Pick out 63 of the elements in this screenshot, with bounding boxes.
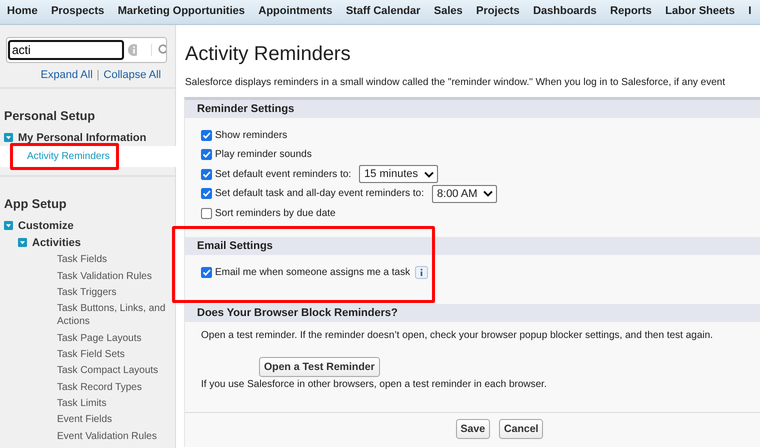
checkbox[interactable] (201, 266, 212, 278)
collapse-icon[interactable] (4, 221, 13, 230)
info-icon[interactable] (415, 266, 428, 278)
tree-item[interactable]: Event Fields (28, 411, 175, 428)
tree-item[interactable]: Task Page Layouts (28, 330, 175, 346)
tree-item[interactable]: Task Buttons, Links, and Actions (28, 300, 175, 330)
tree-item[interactable]: My Personal Information (18, 132, 146, 144)
checkbox-label: Sort reminders by due date (215, 208, 336, 218)
link-separator: | (96, 69, 100, 81)
intro-text: Salesforce displays reminders in a small window called the "reminder window." When you log in to Salesforce, if any event (185, 77, 726, 88)
checkbox[interactable] (201, 188, 212, 199)
page-title: Activity Reminders (185, 43, 352, 66)
note-text: If you use Salesforce in other browsers, open a test reminder in each browser. (201, 379, 548, 390)
dropdown[interactable]: 15 minutes (359, 165, 438, 183)
checkbox-label: Set default task and all-day event reminders to: (215, 188, 424, 199)
expand-link[interactable]: Collapse All (104, 69, 161, 81)
caret-icon (483, 189, 494, 198)
nav-tab[interactable]: Sales (426, 0, 470, 24)
section-heading: Personal Setup (4, 109, 96, 123)
checkbox[interactable] (201, 208, 212, 218)
instruction-text: Open a test reminder. If the reminder doesn’t open, check your browser popup blocker settings, and then test again. (201, 330, 714, 341)
search-box[interactable]: acti (6, 37, 167, 63)
checkbox-label: Play reminder sounds (215, 149, 312, 160)
nav-tab[interactable]: Home (0, 0, 44, 24)
dropdown[interactable]: 8:00 AM (432, 184, 498, 202)
caret-icon (424, 170, 434, 178)
nav-tab[interactable]: Dashboards (526, 0, 604, 24)
nav-tab[interactable]: Staff Calendar (338, 0, 427, 24)
tree-item[interactable]: Task Validation Rules (28, 268, 175, 284)
tree-item[interactable]: Task Limits (28, 394, 175, 412)
checkbox[interactable] (201, 149, 212, 160)
section-header: Does Your Browser Block Reminders? (185, 304, 760, 322)
checkbox[interactable] (201, 168, 212, 180)
checkbox-label: Email me when someone assigns me a task (215, 266, 410, 278)
nav-tab[interactable]: Marketing Opportunities (110, 0, 252, 24)
checkbox[interactable] (201, 130, 212, 140)
nav-tab[interactable]: Appointments (251, 0, 339, 24)
section-heading: App Setup (4, 197, 68, 212)
nav-tab[interactable]: Labor Sheets (658, 0, 742, 24)
collapse-icon[interactable] (4, 133, 13, 142)
tree-item[interactable]: Event Validation Rules (28, 428, 175, 444)
tree-item[interactable]: Task Fields (28, 251, 175, 268)
test-reminder-button[interactable]: Open a Test Reminder (259, 357, 380, 377)
section-header: Reminder Settings (185, 100, 760, 118)
nav-tab[interactable]: Prospects (44, 0, 111, 24)
save-button[interactable]: Save (456, 419, 490, 439)
collapse-icon[interactable] (18, 238, 27, 248)
search-field[interactable]: acti (8, 40, 124, 60)
search-icon[interactable] (150, 44, 166, 56)
section-header: Email Settings (185, 237, 760, 255)
nav-tab[interactable]: Projects (469, 0, 526, 24)
tree-item[interactable]: Task Field Sets (28, 346, 175, 362)
expand-link[interactable]: Expand All (40, 69, 93, 81)
tree-item[interactable]: Task Compact Layouts (28, 362, 175, 379)
cancel-button[interactable]: Cancel (499, 419, 544, 439)
tree-item[interactable]: Customize (18, 220, 74, 232)
checkbox-label: Set default event reminders to: (215, 168, 352, 180)
tree-item[interactable]: Activities (32, 236, 81, 249)
nav-tab[interactable]: Reports (603, 0, 658, 24)
tree-item[interactable]: Task Triggers (28, 284, 175, 300)
checkbox-label: Show reminders (215, 130, 288, 140)
nav-tab[interactable]: I (741, 0, 758, 24)
tree-item[interactable]: Task Record Types (28, 378, 175, 395)
